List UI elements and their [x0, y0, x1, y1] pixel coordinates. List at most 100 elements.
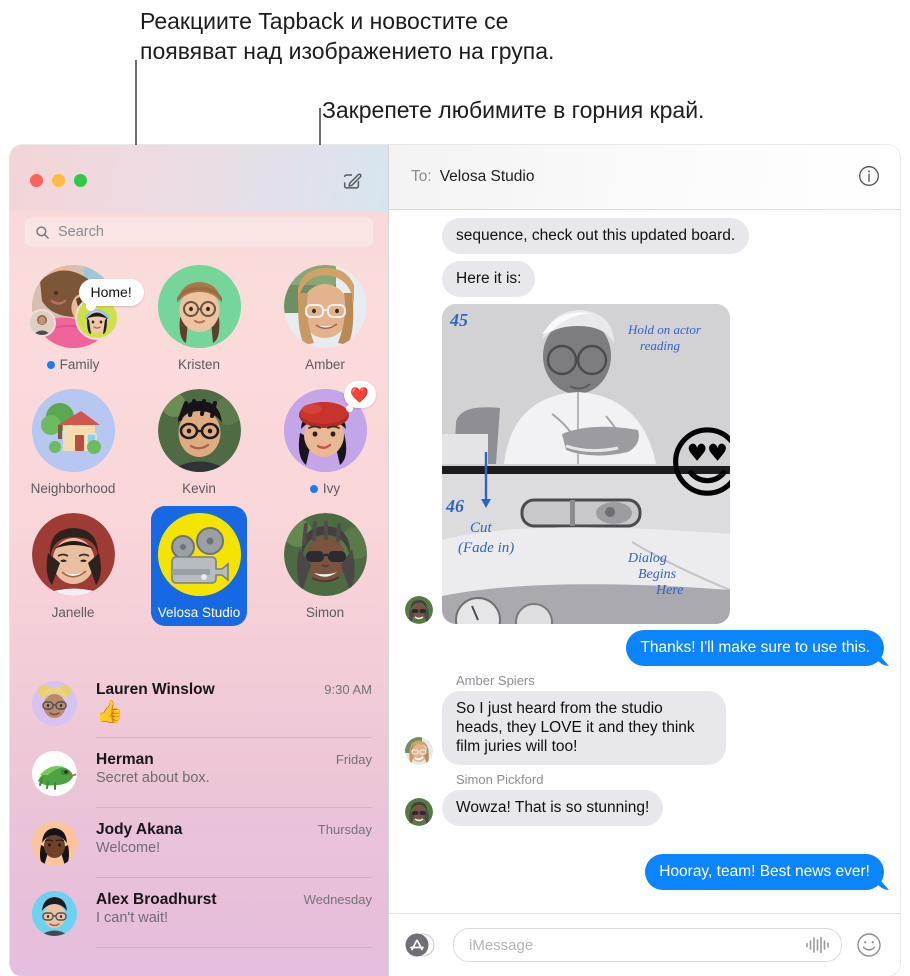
pinned-conversations-grid: Home! Family Kristen Amber Neighborhood … [10, 265, 388, 626]
pinned-item-label: Ivy [309, 481, 341, 496]
pinned-item-ivy[interactable]: ❤️ Ivy [262, 381, 388, 496]
pinned-label-text: Simon [305, 605, 345, 620]
conversation-row-lauren-winslow[interactable]: Lauren Winslow 9:30 AM 👍 [10, 668, 388, 738]
imessage-input[interactable]: iMessage [453, 928, 842, 962]
messages-window: Search Home! Family Kristen Amber Neighb… [10, 145, 900, 976]
pinned-item-janelle[interactable]: Janelle [10, 513, 136, 620]
window-close-button[interactable] [30, 174, 43, 187]
avatar: Home! [27, 265, 144, 348]
pinned-item-simon[interactable]: Simon [262, 513, 388, 620]
conversation-pane: To: Velosa Studio sequence, check out th… [388, 145, 900, 976]
svg-text:reading: reading [640, 338, 680, 353]
message-row: sequence, check out this updated board. [405, 218, 884, 254]
pinned-item-label: Velosa Studio [158, 605, 241, 620]
svg-text:Cut: Cut [470, 520, 493, 536]
message-row-attachment: 45 46 Hold on actor reading Cut (Fade in… [405, 304, 884, 624]
sidebar-titlebar [10, 145, 388, 211]
imessage-placeholder: iMessage [469, 936, 534, 954]
avatar-image [283, 513, 367, 596]
avatar [283, 513, 367, 596]
avatar-spacer [405, 226, 433, 254]
avatar [32, 681, 77, 726]
pinned-item-label: Simon [306, 605, 344, 620]
pinned-item-amber[interactable]: Amber [262, 265, 388, 372]
message-thread[interactable]: sequence, check out this updated board. … [389, 210, 900, 913]
pinned-item-label: Janelle [52, 605, 95, 620]
svg-text:Dialog: Dialog [627, 551, 667, 566]
avatar [31, 389, 115, 472]
pinned-item-kristen[interactable]: Kristen [136, 265, 262, 372]
conversation-name: Jody Akana [96, 821, 183, 838]
message-bubble-incoming: Here it is: [442, 261, 536, 297]
message-row: Wowza! That is so stunning! [405, 790, 884, 826]
message-bubble-incoming: So I just heard from the studio heads, t… [442, 691, 726, 765]
avatar-spacer [405, 269, 433, 297]
pinned-item-family[interactable]: Home! Family [10, 265, 144, 372]
sidebar: Search Home! Family Kristen Amber Neighb… [10, 145, 388, 976]
avatar [32, 751, 77, 796]
pinned-item-kevin[interactable]: Kevin [136, 389, 262, 496]
avatar [157, 389, 241, 472]
to-label: To: [411, 168, 432, 185]
message-row: So I just heard from the studio heads, t… [405, 691, 884, 765]
conversation-preview: Secret about box. [96, 770, 210, 786]
conversation-name: Alex Broadhurst [96, 891, 217, 908]
message-row: Here it is: [405, 261, 884, 297]
svg-text:Here: Here [655, 583, 683, 598]
window-minimize-button[interactable] [52, 174, 65, 187]
conversation-row-alex-broadhurst[interactable]: Alex Broadhurst Wednesday I can't wait! [10, 878, 388, 948]
unread-dot [46, 360, 55, 369]
callout-pin-note: Закрепете любимите в горния край. [322, 97, 705, 123]
message-sender-name: Simon Pickford [456, 772, 544, 787]
pinned-item-neighborhood[interactable]: Neighborhood [10, 389, 136, 496]
app-store-icon[interactable] [403, 930, 435, 960]
svg-text:Hold on actor: Hold on actor [627, 322, 702, 337]
conversation-preview: Welcome! [96, 840, 161, 856]
pinned-label-text: Kristen [177, 357, 221, 372]
callout-tapback-note: Реакциите Tapback и новостите се появява… [140, 8, 555, 64]
avatar [157, 513, 241, 596]
pinned-label-text: Neighborhood [30, 481, 116, 496]
pinned-item-velosa-studio[interactable]: Velosa Studio [151, 506, 247, 626]
avatar [32, 891, 77, 936]
conversation-name: Herman [96, 751, 154, 768]
conversation-preview: 👍 [96, 699, 124, 724]
message-bubble-outgoing: Thanks! I'll make sure to use this. [626, 630, 884, 666]
pinned-label-text: Kevin [182, 481, 216, 496]
search-input[interactable]: Search [24, 217, 374, 247]
message-row: Thanks! I'll make sure to use this. [405, 630, 884, 666]
window-zoom-button[interactable] [74, 174, 87, 187]
message-bubble-outgoing: Hooray, team! Best news ever! [645, 854, 884, 890]
storyboard-attachment-image[interactable]: 45 46 Hold on actor reading Cut (Fade in… [442, 304, 730, 624]
avatar-emoji-projector [157, 513, 241, 596]
svg-text:45: 45 [449, 310, 468, 330]
avatar [283, 265, 367, 348]
svg-text:Begins: Begins [638, 567, 677, 582]
pinned-label-text: Ivy [322, 481, 341, 496]
recipient-name[interactable]: Velosa Studio [440, 168, 858, 186]
avatar-image [157, 265, 241, 348]
conversation-time: Thursday [317, 822, 372, 837]
info-circle-icon[interactable] [858, 165, 882, 189]
avatar-mini-left [27, 309, 56, 337]
conversation-row-herman[interactable]: Herman Friday Secret about box. [10, 738, 388, 808]
message-row: Hooray, team! Best news ever! [405, 854, 884, 890]
conversation-row-jody-akana[interactable]: Jody Akana Thursday Welcome! [10, 808, 388, 878]
pinned-label-text: Amber [305, 357, 345, 372]
conversation-time: Wednesday [303, 892, 372, 907]
conversation-header: To: Velosa Studio [389, 145, 900, 210]
avatar-image [283, 265, 367, 348]
avatar-sender-amber [405, 737, 433, 765]
message-bubble-incoming: Wowza! That is so stunning! [442, 790, 664, 826]
smiley-face-icon[interactable] [856, 932, 882, 958]
pinned-label-text: Velosa Studio [157, 605, 241, 620]
svg-text:(Fade in): (Fade in) [458, 540, 514, 556]
compose-pencil-square-icon[interactable] [338, 167, 366, 195]
conversation-time: Friday [335, 752, 372, 767]
avatar-image [157, 389, 241, 472]
audio-waveform-icon[interactable] [805, 936, 829, 954]
conversation-preview: I can't wait! [96, 910, 169, 926]
conversation-list: Lauren Winslow 9:30 AM 👍 Herman Friday S… [10, 668, 388, 948]
svg-text:46: 46 [445, 496, 464, 516]
search-icon [35, 225, 50, 240]
